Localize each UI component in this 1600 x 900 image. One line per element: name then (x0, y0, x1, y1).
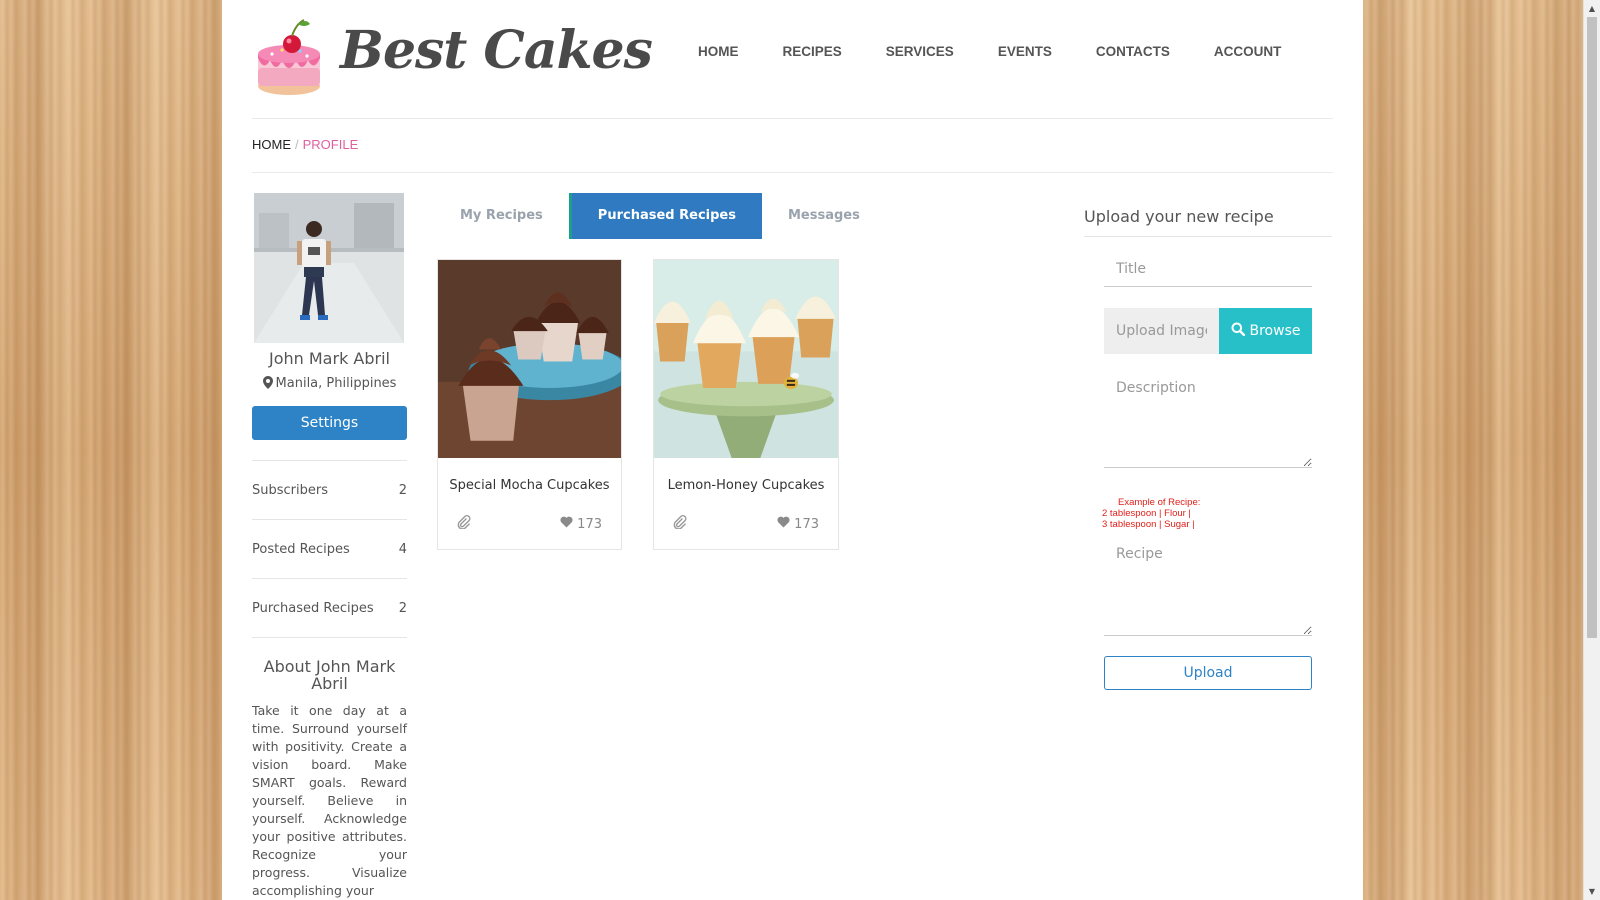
page-container: Best Cakes HOME RECIPES SERVICES EVENTS … (222, 0, 1363, 900)
nav-events[interactable]: EVENTS (998, 44, 1052, 59)
upload-button[interactable]: Upload (1104, 656, 1312, 690)
profile-name: John Mark Abril (269, 349, 390, 368)
profile-sidebar: John Mark Abril Manila, Philippines Sett… (252, 193, 407, 900)
stat-label: Purchased Recipes (252, 600, 374, 616)
likes-count: 173 (577, 516, 602, 532)
browse-button[interactable]: Browse (1219, 308, 1312, 354)
nav-home[interactable]: HOME (698, 44, 739, 59)
recipe-grid: Special Mocha Cupcakes 173 Lemon-Honey C… (437, 259, 870, 550)
about-text: Take it one day at a time. Surround your… (252, 703, 407, 898)
main-nav: HOME RECIPES SERVICES EVENTS CONTACTS AC… (698, 44, 1325, 59)
stat-posted-recipes[interactable]: Posted Recipes 4 (252, 520, 407, 579)
upload-heading: Upload your new recipe (1084, 193, 1332, 237)
nav-recipes[interactable]: RECIPES (783, 44, 842, 59)
recipe-textarea[interactable] (1104, 536, 1312, 636)
profile-location: Manila, Philippines (252, 376, 407, 393)
example-line: 2 tablespoon | Flour | (1102, 508, 1191, 519)
title-input[interactable] (1104, 251, 1312, 287)
nav-contacts[interactable]: CONTACTS (1096, 44, 1170, 59)
header-divider (252, 118, 1333, 119)
tab-messages[interactable]: Messages (762, 193, 886, 239)
breadcrumb-current: PROFILE (302, 137, 359, 152)
recipe-card[interactable]: Special Mocha Cupcakes 173 (437, 259, 622, 550)
brand-name: Best Cakes (340, 20, 653, 81)
tab-purchased-recipes[interactable]: Purchased Recipes (568, 193, 762, 239)
scroll-down-arrow-icon[interactable]: ▼ (1584, 883, 1600, 900)
profile-location-text: Manila, Philippines (275, 376, 397, 391)
breadcrumb: HOME / PROFILE (252, 137, 358, 152)
search-icon (1231, 322, 1245, 340)
recipe-example-hint: Example of Recipe: 2 tablespoon | Flour … (1102, 497, 1312, 530)
upload-form: Browse Example of Recipe: 2 tablespoon |… (1084, 251, 1332, 690)
breadcrumb-home[interactable]: HOME (252, 137, 291, 152)
recipe-image[interactable] (438, 260, 621, 458)
site-header: Best Cakes HOME RECIPES SERVICES EVENTS … (222, 0, 1363, 120)
example-title: Example of Recipe: (1118, 497, 1201, 508)
paperclip-icon[interactable] (673, 515, 687, 533)
tab-my-recipes[interactable]: My Recipes (434, 193, 569, 239)
paperclip-icon[interactable] (457, 515, 471, 533)
upload-image-input[interactable] (1104, 308, 1219, 354)
stat-label: Subscribers (252, 482, 328, 498)
settings-button[interactable]: Settings (252, 406, 407, 440)
recipe-meta: 173 (438, 515, 621, 533)
about-title: About John Mark Abril (263, 657, 396, 693)
recipe-card[interactable]: Lemon-Honey Cupcakes 173 (653, 259, 839, 550)
stat-label: Posted Recipes (252, 541, 350, 557)
recipe-likes[interactable]: 173 (777, 516, 819, 532)
description-textarea[interactable] (1104, 370, 1312, 468)
breadcrumb-separator: / (295, 137, 299, 152)
recipe-title[interactable]: Special Mocha Cupcakes (438, 478, 621, 493)
mocha-cupcakes-photo (438, 260, 621, 458)
recipe-image[interactable] (654, 260, 838, 458)
profile-stats: Subscribers 2 Posted Recipes 4 Purchased… (252, 460, 407, 638)
heart-icon (777, 516, 790, 532)
recipe-title[interactable]: Lemon-Honey Cupcakes (654, 478, 838, 493)
stat-value: 4 (398, 541, 407, 557)
stat-value: 2 (398, 482, 407, 498)
recipe-likes[interactable]: 173 (560, 516, 602, 532)
recipe-tabs: My Recipes Purchased Recipes Messages (434, 193, 886, 239)
scroll-up-arrow-icon[interactable]: ▲ (1584, 0, 1600, 17)
upload-panel: Upload your new recipe Browse Example of… (1084, 193, 1332, 690)
stat-subscribers[interactable]: Subscribers 2 (252, 461, 407, 520)
image-upload-group: Browse (1104, 308, 1312, 354)
nav-services[interactable]: SERVICES (886, 44, 954, 59)
scroll-thumb[interactable] (1587, 17, 1597, 638)
breadcrumb-divider (252, 172, 1333, 173)
likes-count: 173 (794, 516, 819, 532)
brand-logo[interactable]: Best Cakes (252, 14, 653, 104)
page-scrollbar[interactable]: ▲ ▼ (1583, 0, 1600, 900)
map-pin-icon (262, 376, 273, 393)
profile-photo (254, 193, 404, 343)
stat-value: 2 (398, 600, 407, 616)
profile-avatar (254, 193, 404, 343)
heart-icon (560, 516, 573, 532)
nav-account[interactable]: ACCOUNT (1214, 44, 1282, 59)
example-line: 3 tablespoon | Sugar | (1102, 519, 1195, 530)
cake-logo-icon (258, 19, 320, 95)
stat-purchased-recipes[interactable]: Purchased Recipes 2 (252, 579, 407, 638)
recipe-meta: 173 (654, 515, 838, 533)
lemon-honey-cupcakes-photo (654, 260, 838, 458)
browse-label: Browse (1249, 323, 1301, 339)
